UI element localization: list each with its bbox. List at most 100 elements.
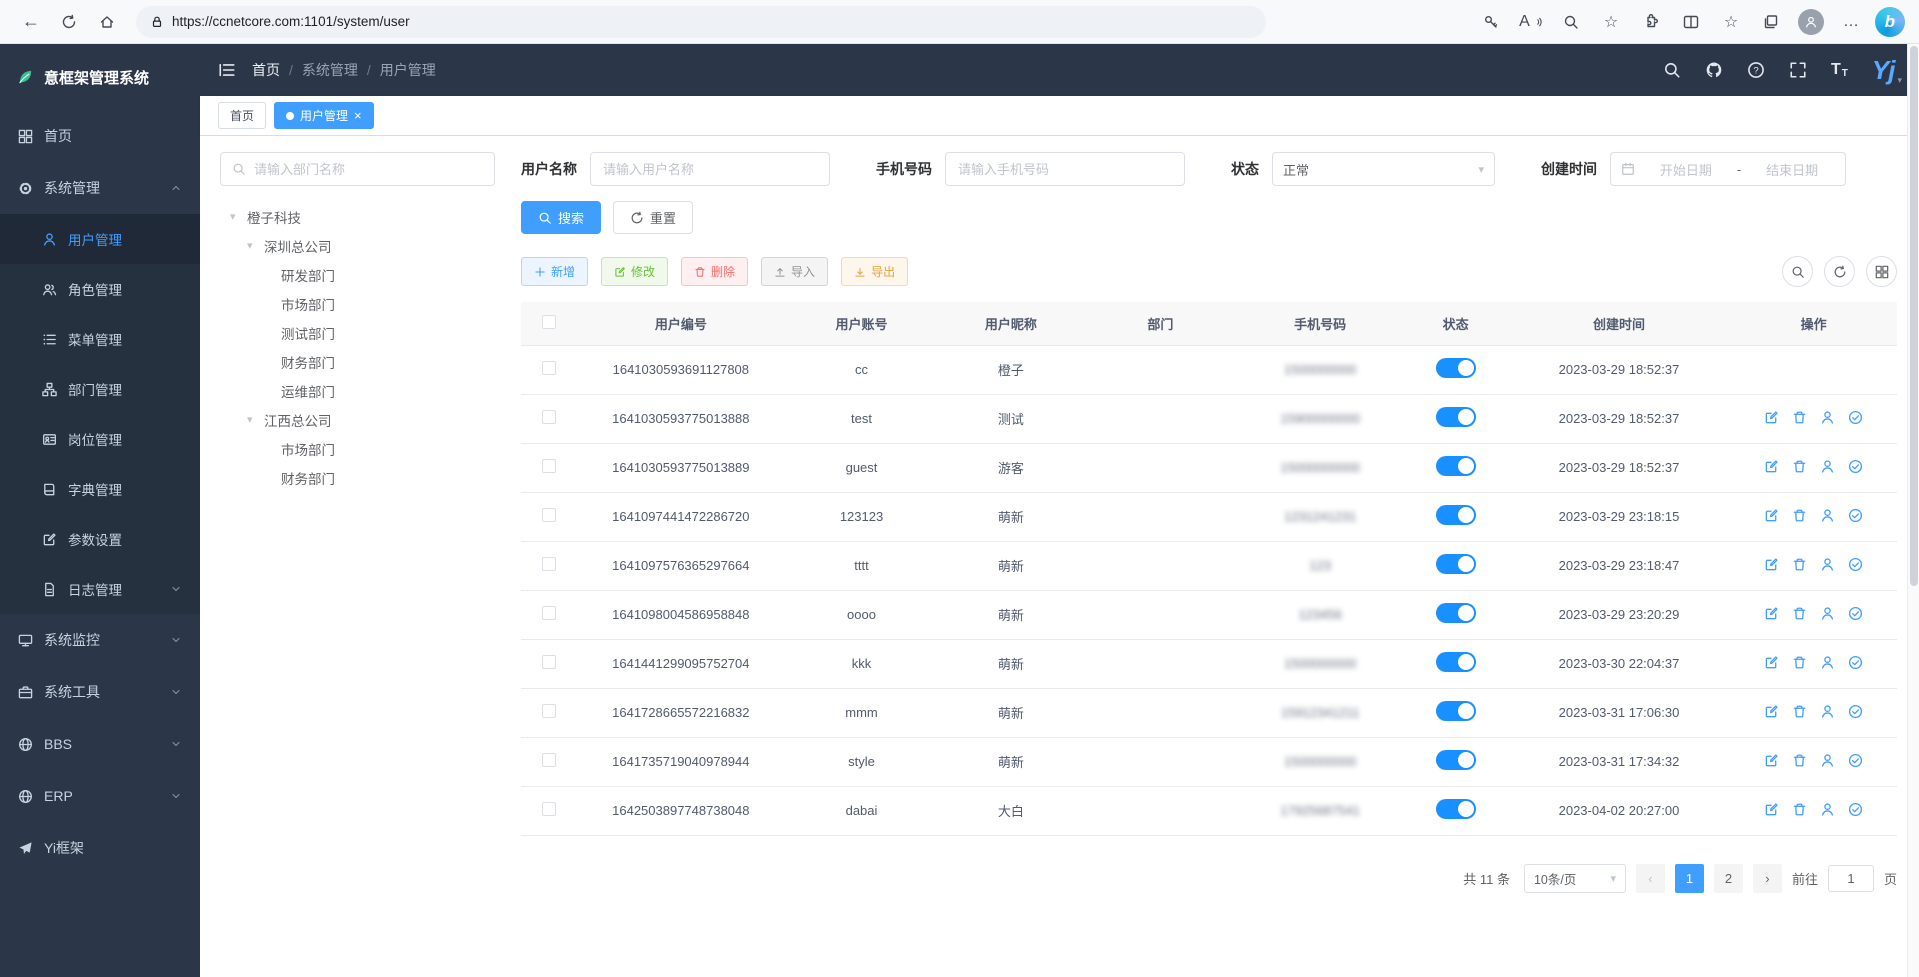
- refresh-button[interactable]: [52, 6, 86, 38]
- fullscreen-button[interactable]: [1789, 61, 1807, 79]
- sidebar-item-dept-management[interactable]: 部门管理: [0, 364, 200, 414]
- tree-node[interactable]: ▾ 财务部门: [220, 463, 495, 492]
- status-toggle[interactable]: [1436, 358, 1476, 378]
- back-button[interactable]: ←: [14, 6, 48, 38]
- breadcrumb-home[interactable]: 首页: [252, 60, 280, 80]
- row-checkbox[interactable]: [542, 557, 556, 571]
- extensions-button[interactable]: [1635, 6, 1667, 38]
- favorites-button[interactable]: ☆: [1715, 6, 1747, 38]
- font-size-button[interactable]: T T: [1831, 61, 1848, 79]
- help-button[interactable]: ?: [1747, 61, 1765, 79]
- more-options-button[interactable]: …: [1835, 6, 1867, 38]
- delete-row-icon[interactable]: [1792, 606, 1807, 621]
- tree-node[interactable]: ▾ 市场部门: [220, 289, 495, 318]
- sidebar-item-dict-management[interactable]: 字典管理: [0, 464, 200, 514]
- add-favorite-button[interactable]: ☆: [1595, 6, 1627, 38]
- header-search-button[interactable]: [1663, 61, 1681, 79]
- search-button[interactable]: 搜索: [521, 201, 601, 234]
- status-toggle[interactable]: [1436, 750, 1476, 770]
- sidebar-collapse-button[interactable]: [218, 61, 236, 79]
- tab-user-management[interactable]: 用户管理 ×: [274, 102, 374, 129]
- column-settings-button[interactable]: [1866, 256, 1897, 287]
- assign-role-icon[interactable]: [1848, 753, 1863, 768]
- assign-role-icon[interactable]: [1848, 704, 1863, 719]
- sidebar-item-bbs[interactable]: BBS: [0, 718, 200, 770]
- yj-logo[interactable]: Yj ▾: [1872, 55, 1901, 86]
- tree-node[interactable]: ▾ 财务部门: [220, 347, 495, 376]
- breadcrumb-system[interactable]: 系统管理: [302, 60, 358, 80]
- tree-node[interactable]: ▾ 测试部门: [220, 318, 495, 347]
- reset-password-icon[interactable]: [1820, 410, 1835, 425]
- assign-role-icon[interactable]: [1848, 557, 1863, 572]
- page-number-button[interactable]: 1: [1675, 864, 1704, 893]
- delete-row-icon[interactable]: [1792, 508, 1807, 523]
- sidebar-item-param-settings[interactable]: 参数设置: [0, 514, 200, 564]
- row-checkbox[interactable]: [542, 753, 556, 767]
- row-checkbox[interactable]: [542, 508, 556, 522]
- reset-password-icon[interactable]: [1820, 802, 1835, 817]
- caret-down-icon[interactable]: ▾: [230, 210, 247, 223]
- assign-role-icon[interactable]: [1848, 410, 1863, 425]
- reset-password-icon[interactable]: [1820, 606, 1835, 621]
- edit-row-icon[interactable]: [1764, 802, 1779, 817]
- date-range-picker[interactable]: 开始日期 - 结束日期: [1610, 152, 1846, 186]
- username-input[interactable]: [590, 152, 830, 186]
- tab-close-icon[interactable]: ×: [354, 109, 362, 122]
- tree-node[interactable]: ▾ 橙子科技: [220, 202, 495, 231]
- export-button[interactable]: 导出: [841, 257, 908, 286]
- edit-row-icon[interactable]: [1764, 410, 1779, 425]
- delete-row-icon[interactable]: [1792, 802, 1807, 817]
- sidebar-item-yi-framework[interactable]: Yi框架: [0, 822, 200, 874]
- tab-home[interactable]: 首页: [218, 102, 266, 129]
- row-checkbox[interactable]: [542, 606, 556, 620]
- read-aloud-button[interactable]: A: [1515, 6, 1547, 38]
- select-all-checkbox[interactable]: [542, 315, 556, 329]
- sidebar-item-monitor[interactable]: 系统监控: [0, 614, 200, 666]
- assign-role-icon[interactable]: [1848, 655, 1863, 670]
- caret-down-icon[interactable]: ▾: [247, 239, 264, 252]
- add-button[interactable]: 新增: [521, 257, 588, 286]
- reset-password-icon[interactable]: [1820, 753, 1835, 768]
- row-checkbox[interactable]: [542, 361, 556, 375]
- goto-page-input[interactable]: [1828, 865, 1874, 892]
- sidebar-item-tools[interactable]: 系统工具: [0, 666, 200, 718]
- dept-search[interactable]: [220, 152, 495, 186]
- tree-node[interactable]: ▾ 江西总公司: [220, 405, 495, 434]
- status-toggle[interactable]: [1436, 456, 1476, 476]
- delete-row-icon[interactable]: [1792, 753, 1807, 768]
- collections-button[interactable]: [1755, 6, 1787, 38]
- edit-row-icon[interactable]: [1764, 655, 1779, 670]
- toggle-search-button[interactable]: [1782, 256, 1813, 287]
- edit-button[interactable]: 修改: [601, 257, 668, 286]
- delete-row-icon[interactable]: [1792, 459, 1807, 474]
- caret-down-icon[interactable]: ▾: [247, 413, 264, 426]
- edit-row-icon[interactable]: [1764, 753, 1779, 768]
- row-checkbox[interactable]: [542, 655, 556, 669]
- reset-button[interactable]: 重置: [613, 201, 693, 234]
- sidebar-item-system[interactable]: 系统管理: [0, 162, 200, 214]
- row-checkbox[interactable]: [542, 410, 556, 424]
- assign-role-icon[interactable]: [1848, 606, 1863, 621]
- status-select[interactable]: 正常 ▾: [1272, 152, 1495, 186]
- assign-role-icon[interactable]: [1848, 459, 1863, 474]
- assign-role-icon[interactable]: [1848, 508, 1863, 523]
- reset-password-icon[interactable]: [1820, 704, 1835, 719]
- reset-password-icon[interactable]: [1820, 459, 1835, 474]
- delete-row-icon[interactable]: [1792, 704, 1807, 719]
- prev-page-button[interactable]: ‹: [1636, 864, 1665, 893]
- sidebar-item-role-management[interactable]: 角色管理: [0, 264, 200, 314]
- dept-search-input[interactable]: [254, 162, 483, 177]
- import-button[interactable]: 导入: [761, 257, 828, 286]
- tree-node[interactable]: ▾ 市场部门: [220, 434, 495, 463]
- assign-role-icon[interactable]: [1848, 802, 1863, 817]
- reset-password-icon[interactable]: [1820, 655, 1835, 670]
- status-toggle[interactable]: [1436, 799, 1476, 819]
- delete-row-icon[interactable]: [1792, 410, 1807, 425]
- github-button[interactable]: [1705, 61, 1723, 79]
- edit-row-icon[interactable]: [1764, 704, 1779, 719]
- sidebar-item-home[interactable]: 首页: [0, 110, 200, 162]
- copilot-button[interactable]: b: [1875, 7, 1905, 37]
- scrollbar-thumb[interactable]: [1910, 46, 1918, 586]
- edit-row-icon[interactable]: [1764, 606, 1779, 621]
- row-checkbox[interactable]: [542, 459, 556, 473]
